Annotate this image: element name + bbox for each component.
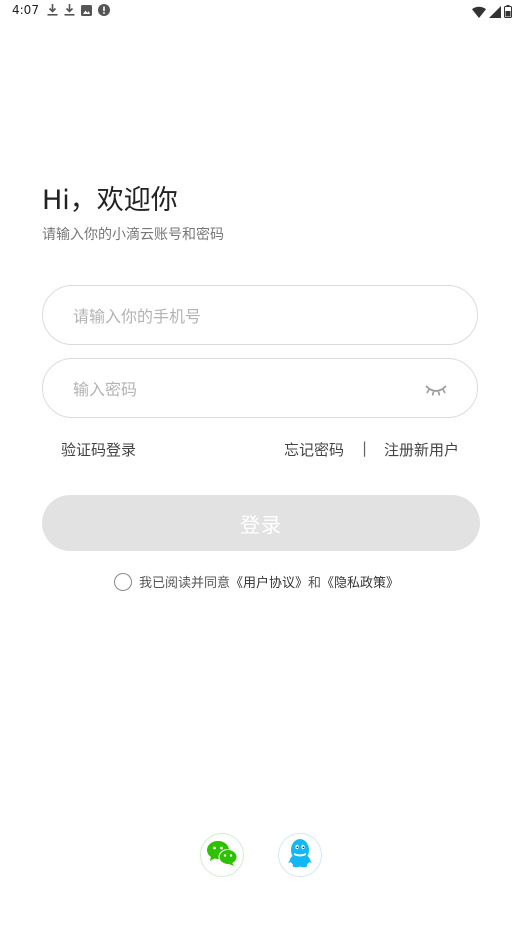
wechat-icon [206, 839, 238, 871]
wifi-icon [472, 3, 486, 22]
agreement-row: 我已阅读并同意 《用户协议》 和 《隐私政策》 [114, 572, 399, 591]
links-divider: | [362, 439, 368, 457]
wechat-login-button[interactable] [200, 833, 244, 877]
login-button[interactable]: 登录 [42, 495, 480, 551]
privacy-policy-link[interactable]: 《隐私政策》 [321, 572, 399, 591]
notification-icons [47, 4, 110, 16]
qq-login-button[interactable] [278, 833, 322, 877]
sms-login-link[interactable]: 验证码登录 [61, 439, 136, 460]
status-bar: 4:07 [0, 0, 522, 22]
status-time: 4:07 [12, 3, 39, 17]
login-subtitle: 请输入你的小滴云账号和密码 [42, 227, 224, 243]
alert-icon [98, 4, 110, 16]
agreement-prefix: 我已阅读并同意 [139, 576, 231, 591]
greeting-title: Hi，欢迎你 [42, 185, 178, 216]
system-icons [472, 3, 512, 22]
phone-field[interactable] [42, 285, 478, 346]
qq-icon [287, 838, 313, 872]
password-field[interactable] [42, 358, 478, 419]
download-icon [47, 4, 58, 16]
agreement-checkbox[interactable] [114, 572, 132, 591]
image-icon [81, 4, 92, 16]
eye-closed-icon[interactable] [425, 380, 447, 398]
user-agreement-link[interactable]: 《用户协议》 [230, 572, 308, 591]
phone-input[interactable] [71, 286, 415, 346]
forgot-password-link[interactable]: 忘记密码 [284, 439, 344, 460]
battery-icon [504, 3, 512, 22]
signal-icon [489, 3, 501, 22]
register-link[interactable]: 注册新用户 [384, 439, 459, 460]
agreement-conjunction: 和 [308, 576, 322, 591]
download-icon [64, 4, 75, 16]
password-input[interactable] [71, 359, 415, 419]
